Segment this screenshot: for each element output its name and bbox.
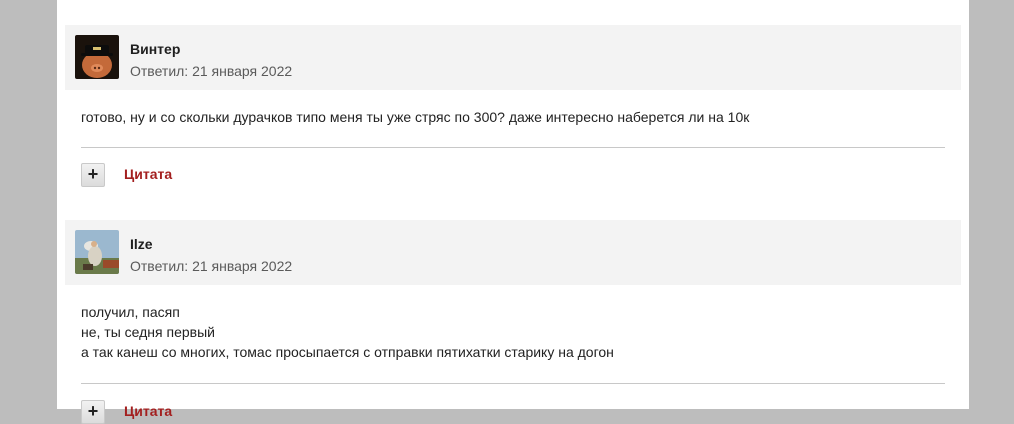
multiquote-plus-button[interactable]: + <box>81 163 105 187</box>
quote-link[interactable]: Цитата <box>124 403 172 419</box>
post-header: Ilze Ответил: 21 января 2022 <box>65 220 961 285</box>
post-author[interactable]: Ilze <box>130 236 153 252</box>
post-content: готово, ну и со скольки дурачков типо ме… <box>65 90 961 127</box>
avatar[interactable] <box>75 35 119 79</box>
post-text-line: получил, пасяп <box>81 304 180 320</box>
forum-page: Винтер Ответил: 21 января 2022 готово, н… <box>57 0 969 424</box>
post-content: получил, пасяп не, ты седня первый а так… <box>65 285 961 362</box>
post-divider <box>81 383 945 384</box>
forum-post: Ilze Ответил: 21 января 2022 получил, па… <box>65 220 961 424</box>
avatar-pig-image <box>75 35 119 79</box>
post-date: Ответил: 21 января 2022 <box>130 63 293 79</box>
avatar[interactable] <box>75 230 119 274</box>
post-text-line: а так канеш со многих, томас просыпается… <box>81 344 614 360</box>
post-header: Винтер Ответил: 21 января 2022 <box>65 25 961 90</box>
post-text-line: не, ты седня первый <box>81 324 215 340</box>
post-author[interactable]: Винтер <box>130 41 180 57</box>
forum-post: Винтер Ответил: 21 января 2022 готово, н… <box>65 25 961 187</box>
post-divider <box>81 147 945 148</box>
multiquote-plus-button[interactable]: + <box>81 400 105 424</box>
post-date: Ответил: 21 января 2022 <box>130 258 293 274</box>
quote-link[interactable]: Цитата <box>124 166 172 182</box>
avatar-painting-image <box>75 230 119 274</box>
post-text-line: готово, ну и со скольки дурачков типо ме… <box>81 109 750 125</box>
